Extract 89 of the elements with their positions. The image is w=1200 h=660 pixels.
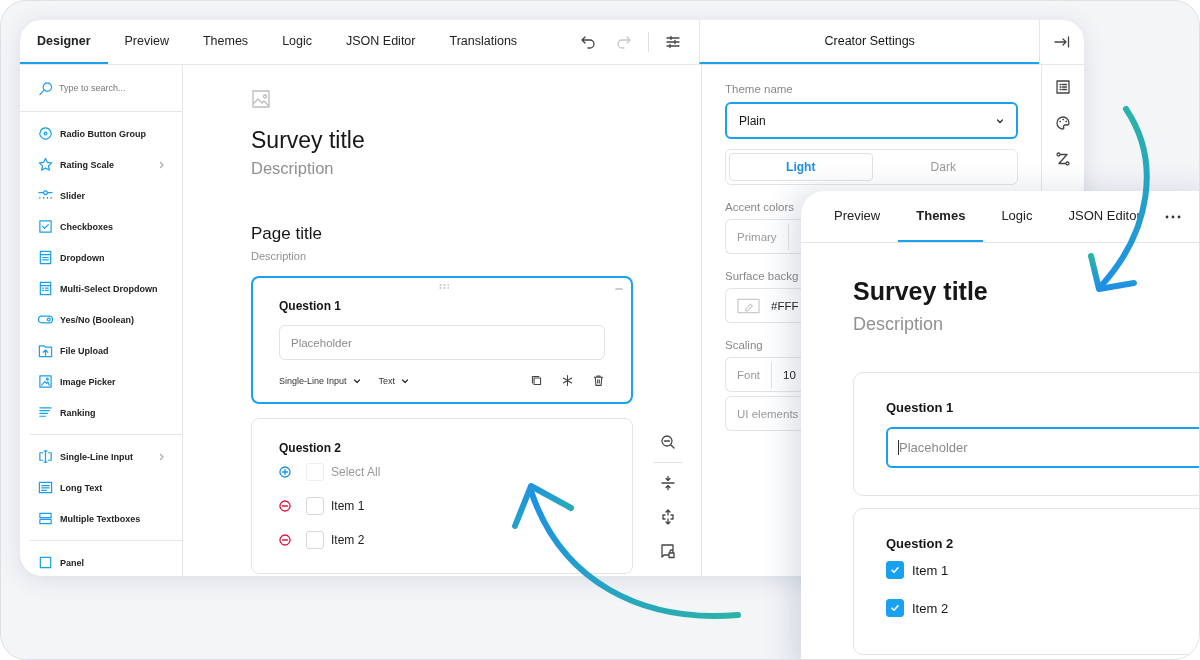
question-title[interactable]: Question 1 [279, 299, 605, 313]
remove-icon[interactable] [279, 534, 291, 546]
expand-all-icon[interactable] [660, 509, 676, 525]
question-type-icon [38, 250, 53, 265]
text-input[interactable]: Placeholder [279, 325, 605, 360]
question-type-icon [38, 219, 53, 234]
toolbox-item[interactable]: Dropdown [30, 242, 182, 273]
zoom-out-icon[interactable] [660, 434, 676, 450]
lock-comment-icon[interactable] [660, 543, 676, 559]
chevron-right-icon [158, 452, 166, 461]
toolbox-item[interactable]: Multiple Textboxes [30, 503, 182, 534]
checkbox[interactable] [886, 599, 904, 617]
checkbox[interactable] [886, 561, 904, 579]
field-label: Surface backg [725, 270, 800, 282]
choice-label[interactable]: Item 1 [331, 499, 365, 513]
tab[interactable]: Logic [265, 20, 329, 64]
toolbox-item[interactable]: File Upload [30, 335, 182, 366]
tab[interactable]: Preview [107, 20, 186, 64]
toolbox-item[interactable]: Radio Button Group [30, 118, 182, 149]
chevron-down-icon [401, 376, 410, 385]
question-title[interactable]: Question 2 [279, 441, 605, 455]
remove-icon[interactable] [279, 500, 291, 512]
question-type-icon [38, 126, 53, 141]
question-type-icon [38, 511, 53, 526]
tab[interactable]: JSON Editor [329, 20, 433, 64]
collapse-all-icon[interactable] [660, 475, 676, 491]
tab[interactable]: Themes [185, 20, 266, 64]
image-placeholder-icon [251, 89, 271, 109]
question-title: Question 1 [886, 400, 955, 415]
field-label: Theme name [725, 83, 794, 95]
checkmark-icon [889, 602, 901, 614]
search-icon [38, 80, 53, 96]
palette-icon[interactable] [1055, 115, 1071, 131]
question-card[interactable]: Question 2 Select All Item 1 Item 2 [251, 418, 633, 574]
toolbox-item[interactable]: Rating Scale [30, 149, 182, 180]
tab[interactable]: Translations [432, 20, 535, 64]
duplicate-icon[interactable] [530, 374, 543, 387]
settings-icon[interactable] [665, 34, 682, 50]
text-input[interactable]: Placeholder [886, 427, 1199, 468]
theme-dropdown[interactable]: Plain [725, 102, 1018, 139]
question-type-dropdown[interactable]: Single-Line Input [279, 375, 347, 386]
tab[interactable]: Themes [898, 191, 984, 242]
color-picker-icon[interactable] [737, 297, 760, 314]
field-label: Accent colors [725, 201, 796, 213]
toolbox-item[interactable]: Checkboxes [30, 211, 182, 242]
tab[interactable]: Preview [816, 191, 899, 242]
question-type-icon [38, 281, 53, 296]
input-type-dropdown[interactable]: Text [378, 375, 396, 386]
choice-label[interactable]: Item 2 [912, 600, 949, 616]
toolbox-item[interactable]: Panel [30, 547, 182, 576]
trash-icon[interactable] [592, 374, 605, 387]
chevron-down-icon [996, 116, 1004, 125]
toolbox-item[interactable]: Multi-Select Dropdown [30, 273, 182, 304]
survey-description: Description [853, 314, 945, 335]
toolbox-item[interactable]: Single-Line Input [30, 441, 182, 472]
logic-icon[interactable] [1055, 151, 1071, 167]
survey-title[interactable]: Survey title [251, 127, 633, 154]
toolbox-item[interactable]: Yes/No (Boolean) [30, 304, 182, 335]
panel-title: Creator Settings [699, 20, 1040, 64]
question-type-icon [38, 405, 53, 420]
asterisk-icon[interactable] [561, 374, 574, 387]
undo-icon[interactable] [580, 34, 597, 50]
survey-title: Survey title [853, 277, 989, 306]
chevron-right-icon [158, 160, 166, 169]
choice-label[interactable]: Item 1 [912, 562, 949, 578]
question-type-icon [38, 480, 53, 495]
question-type-icon [38, 343, 53, 358]
tab[interactable]: Designer [20, 20, 108, 64]
add-icon[interactable] [279, 466, 291, 478]
question-type-icon [38, 555, 53, 570]
collapse-icon[interactable] [1054, 34, 1070, 50]
toolbox-item[interactable]: Slider [30, 180, 182, 211]
drag-handle-icon[interactable] [439, 284, 449, 290]
toolbox-item[interactable]: Ranking [30, 397, 182, 428]
checkmark-icon [889, 564, 901, 576]
chevron-down-icon [352, 376, 361, 385]
question-type-icon [38, 374, 53, 389]
question-title: Question 2 [886, 536, 955, 551]
choice-label[interactable]: Item 2 [331, 533, 365, 547]
toolbox-item[interactable]: Long Text [30, 472, 182, 503]
question-type-icon [38, 157, 53, 172]
field-label: Scaling [725, 339, 764, 351]
list-icon[interactable] [1055, 79, 1071, 95]
more-icon[interactable] [1164, 214, 1181, 219]
page-title[interactable]: Page title [251, 224, 633, 244]
question-type-icon [38, 449, 53, 464]
toolbox-item[interactable]: Image Picker [30, 366, 182, 397]
question-card[interactable]: Question 1 Placeholder Single-Line Input Text [251, 276, 633, 404]
tab[interactable]: Logic [983, 191, 1051, 242]
